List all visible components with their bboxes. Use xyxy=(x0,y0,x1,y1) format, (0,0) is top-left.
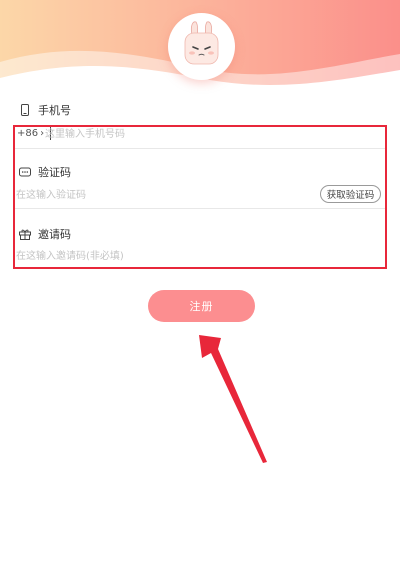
phone-icon xyxy=(18,103,32,117)
annotation-highlight-box xyxy=(13,125,387,269)
phone-label-text: 手机号 xyxy=(38,104,71,117)
header-banner xyxy=(0,0,400,100)
bunny-mascot-icon xyxy=(184,21,219,65)
register-button[interactable]: 注册 xyxy=(148,290,255,322)
phone-label: 手机号 xyxy=(18,102,71,118)
avatar xyxy=(168,13,235,80)
